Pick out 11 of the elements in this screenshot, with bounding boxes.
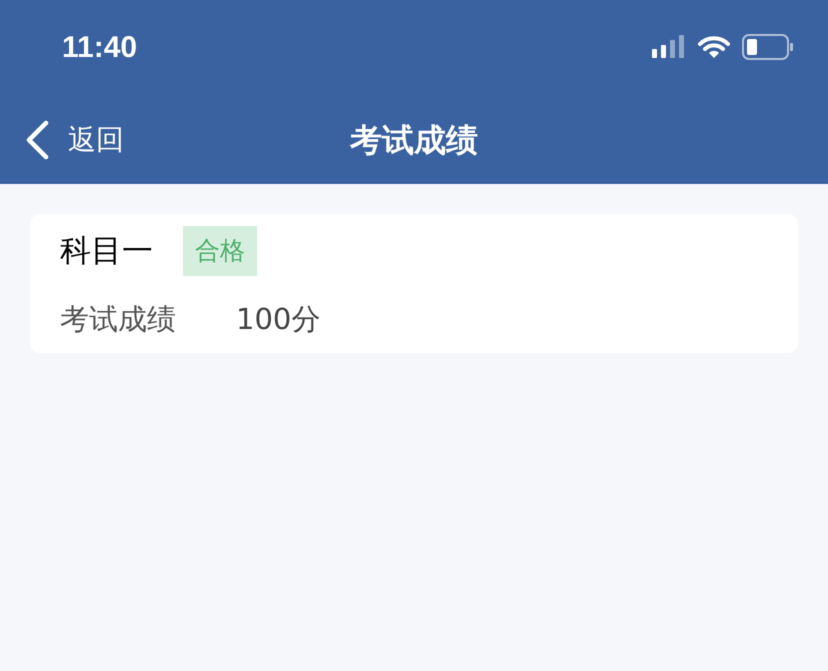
status-badge: 合格 bbox=[183, 226, 257, 276]
back-button[interactable]: 返回 bbox=[24, 119, 124, 161]
battery-icon bbox=[742, 34, 794, 60]
wifi-icon bbox=[698, 35, 730, 59]
score-value: 100分 bbox=[236, 300, 320, 338]
back-icon bbox=[24, 120, 50, 160]
score-label: 考试成绩 bbox=[60, 300, 176, 338]
status-time: 11:40 bbox=[62, 30, 138, 66]
signal-icon bbox=[652, 35, 686, 59]
page-title: 考试成绩 bbox=[350, 120, 478, 161]
subject-name: 科目一 bbox=[60, 232, 153, 270]
